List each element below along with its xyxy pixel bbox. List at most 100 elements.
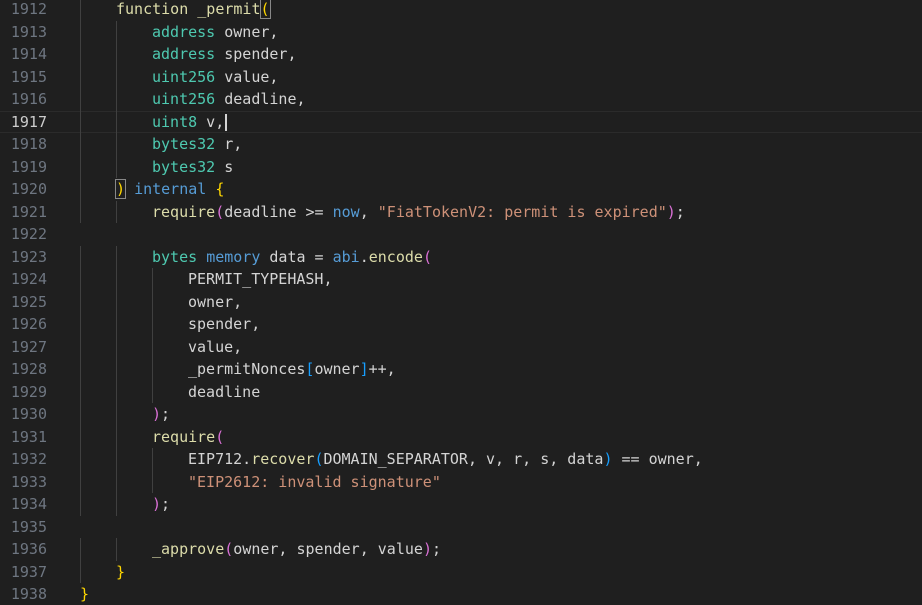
- line-number: 1932: [10, 450, 47, 468]
- indent-guide: [80, 403, 81, 426]
- code-token: data =: [260, 247, 333, 266]
- code-line[interactable]: 1936 _approve(owner, spender, value);: [0, 538, 922, 561]
- text-cursor: [225, 113, 228, 131]
- code-token: ++,: [368, 360, 396, 378]
- code-token: function: [116, 0, 189, 18]
- code-token: }: [116, 562, 126, 581]
- code-content: deadline: [188, 381, 260, 404]
- code-line[interactable]: 1917 uint8 v,: [0, 110, 922, 133]
- line-number: 1913: [10, 22, 47, 41]
- code-line[interactable]: 1923 bytes memory data = abi.encode(: [0, 246, 922, 269]
- line-number: 1923: [10, 247, 47, 266]
- code-content: );: [152, 493, 170, 516]
- code-content: bytes32 r,: [152, 133, 242, 156]
- code-token: ,: [359, 202, 378, 221]
- code-content: bytes32 s: [152, 156, 233, 179]
- indent-guide: [152, 313, 153, 336]
- code-content: _permitNonces[owner]++,: [188, 358, 396, 381]
- indent-guide: [80, 155, 81, 178]
- indent-guide: [116, 65, 117, 88]
- line-number: 1915: [10, 67, 47, 86]
- code-token: deadline: [188, 382, 261, 401]
- code-line[interactable]: 1918 bytes32 r,: [0, 133, 922, 156]
- code-content: address spender,: [152, 43, 297, 66]
- code-content: uint256 value,: [152, 66, 278, 89]
- line-number: 1934: [10, 495, 47, 513]
- code-line[interactable]: 1919 bytes32 s: [0, 156, 922, 179]
- code-token: (: [422, 247, 432, 266]
- code-line[interactable]: 1912 function _permit(: [0, 0, 922, 21]
- code-token: EIP712.: [188, 450, 252, 468]
- code-line[interactable]: 1937}: [0, 561, 922, 584]
- code-token: PERMIT_TYPEHASH,: [188, 270, 333, 288]
- code-token: {: [215, 180, 225, 198]
- code-token: address: [152, 45, 216, 63]
- code-token: _permit: [197, 0, 261, 18]
- code-token: value,: [215, 67, 279, 86]
- code-content: uint256 deadline,: [152, 88, 306, 111]
- indent-guide: [80, 65, 81, 88]
- code-line[interactable]: 1920) internal {: [0, 178, 922, 201]
- indent-guide: [80, 425, 81, 448]
- code-token: deadline,: [215, 90, 306, 108]
- indent-guide: [80, 560, 81, 583]
- code-line[interactable]: 1931 require(: [0, 426, 922, 449]
- line-number: 1918: [10, 135, 47, 153]
- indent-guide: [116, 335, 117, 358]
- indent-guide: [80, 380, 81, 403]
- indent-guide: [116, 425, 117, 448]
- code-line[interactable]: 1925 owner,: [0, 291, 922, 314]
- code-line[interactable]: 1934);: [0, 493, 922, 516]
- line-number: 1938: [10, 585, 47, 603]
- indent-guide: [116, 200, 117, 223]
- code-line[interactable]: 1932 EIP712.recover(DOMAIN_SEPARATOR, v, …: [0, 448, 922, 471]
- code-token: "FiatTokenV2: permit is expired": [377, 202, 667, 221]
- code-line[interactable]: 1913 address owner,: [0, 21, 922, 44]
- code-token: r,: [215, 135, 243, 153]
- indent-guide: [80, 448, 81, 471]
- code-line[interactable]: 1929 deadline: [0, 381, 922, 404]
- indent-guide: [80, 335, 81, 358]
- code-line[interactable]: 1938}: [0, 583, 922, 605]
- code-line[interactable]: 1916 uint256 deadline,: [0, 88, 922, 111]
- indent-guide: [116, 380, 117, 403]
- line-number: 1931: [10, 427, 47, 446]
- indent-guide: [80, 358, 81, 381]
- code-line[interactable]: 1928 _permitNonces[owner]++,: [0, 358, 922, 381]
- code-token: uint256: [152, 90, 216, 108]
- code-token: ]: [359, 360, 369, 378]
- code-token: ): [114, 179, 127, 199]
- code-line[interactable]: 1914 address spender,: [0, 43, 922, 66]
- code-content: EIP712.recover(DOMAIN_SEPARATOR, v, r, s…: [188, 448, 703, 471]
- code-line[interactable]: 1927 value,: [0, 336, 922, 359]
- code-content: PERMIT_TYPEHASH,: [188, 268, 333, 291]
- code-content: owner,: [188, 291, 242, 314]
- indent-guide: [152, 335, 153, 358]
- indent-guide: [152, 380, 153, 403]
- code-line[interactable]: 1930);: [0, 403, 922, 426]
- code-editor[interactable]: 1912 function _permit(1913 address owner, 1…: [0, 0, 922, 605]
- code-token: ;: [431, 540, 441, 558]
- indent-guide: [116, 470, 117, 493]
- code-line[interactable]: 1933 "EIP2612: invalid signature": [0, 471, 922, 494]
- code-line[interactable]: 1924 PERMIT_TYPEHASH,: [0, 268, 922, 291]
- code-token: owner,: [188, 292, 243, 311]
- code-line[interactable]: 1935: [0, 516, 922, 539]
- code-line[interactable]: 1915 uint256 value,: [0, 66, 922, 89]
- indent-guide: [116, 88, 117, 111]
- indent-guide: [80, 43, 81, 66]
- indent-guide: [80, 470, 81, 493]
- code-token: ;: [161, 405, 171, 423]
- code-line[interactable]: 1921 require(deadline >= now, "FiatTokenV…: [0, 201, 922, 224]
- code-line[interactable]: 1926 spender,: [0, 313, 922, 336]
- code-content: "EIP2612: invalid signature": [188, 471, 441, 494]
- code-token: require: [152, 427, 216, 446]
- code-token: ;: [161, 495, 171, 513]
- indent-guide: [152, 470, 153, 493]
- indent-guide: [80, 313, 81, 336]
- code-line[interactable]: 1922: [0, 223, 922, 246]
- line-number: 1926: [10, 315, 47, 333]
- indent-guide: [80, 0, 81, 21]
- code-token: DOMAIN_SEPARATOR, v, r, s, data: [323, 450, 604, 468]
- line-number: 1935: [10, 517, 47, 536]
